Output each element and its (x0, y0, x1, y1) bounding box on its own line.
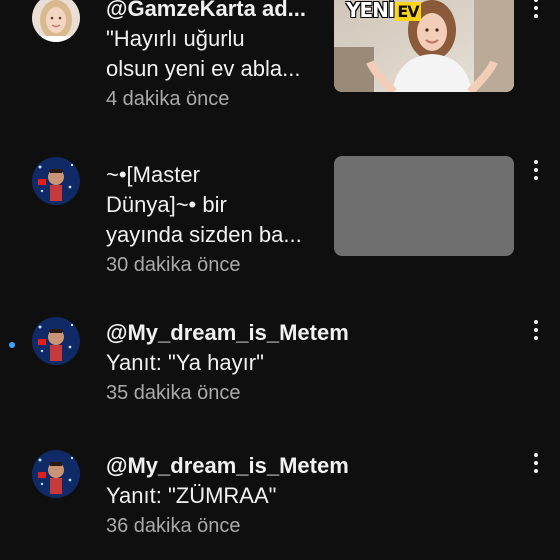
notification-time: 36 dakika önce (106, 515, 241, 537)
notification-item[interactable]: @My_dream_is_Metem Yanıt: "ZÜMRAA" 36 da… (0, 448, 560, 560)
notification-text[interactable]: @My_dream_is_Metem Yanıt: "Ya hayır" 35 … (106, 318, 349, 408)
thumbnail-caption: YENİ EV (346, 0, 421, 22)
notification-text[interactable]: @My_dream_is_Metem Yanıt: "ZÜMRAA" 36 da… (106, 451, 349, 541)
notification-body-line: Yanıt: "ZÜMRAA" (106, 483, 277, 508)
notification-title: @My_dream_is_Metem (106, 453, 349, 478)
notification-body-line: yayında sizden ba... (106, 222, 302, 247)
notification-time: 4 dakika önce (106, 88, 230, 110)
notification-body-line: Dünya]~• bir (106, 192, 227, 217)
more-vert-icon[interactable] (526, 318, 546, 344)
video-thumbnail[interactable]: YENİ EV (334, 0, 514, 92)
notification-body-line: "Hayırlı uğurlu (106, 26, 245, 51)
avatar-starry-man-icon[interactable] (32, 157, 80, 205)
notification-list: @GamzeKarta ad... "Hayırlı uğurlu olsun … (0, 0, 560, 560)
notification-item[interactable]: ~•[Master Dünya]~• bir yayında sizden ba… (0, 155, 560, 285)
avatar-starry-man-icon[interactable] (32, 317, 80, 365)
notification-body-line: ~•[Master (106, 162, 200, 187)
video-thumbnail[interactable] (334, 156, 514, 256)
thumbnail-caption-badge: EV (395, 2, 421, 21)
avatar-starry-man-icon[interactable] (32, 450, 80, 498)
more-vert-icon[interactable] (526, 0, 546, 22)
avatar-blonde-woman-icon[interactable] (32, 0, 80, 42)
notification-body-line: Yanıt: "Ya hayır" (106, 350, 264, 375)
notification-time: 30 dakika önce (106, 254, 241, 276)
notification-title: @My_dream_is_Metem (106, 320, 349, 345)
more-vert-icon[interactable] (526, 451, 546, 477)
more-vert-icon[interactable] (526, 158, 546, 184)
notification-title: @GamzeKarta ad... (106, 0, 306, 21)
notification-item[interactable]: @GamzeKarta ad... "Hayırlı uğurlu olsun … (0, 0, 560, 140)
thumbnail-caption-text: YENİ (346, 0, 395, 22)
unread-indicator (9, 342, 15, 348)
notification-item[interactable]: @My_dream_is_Metem Yanıt: "Ya hayır" 35 … (0, 315, 560, 425)
notification-text[interactable]: @GamzeKarta ad... "Hayırlı uğurlu olsun … (106, 0, 306, 114)
notification-time: 35 dakika önce (106, 382, 241, 404)
notification-body-line: olsun yeni ev abla... (106, 56, 301, 81)
notification-text[interactable]: ~•[Master Dünya]~• bir yayında sizden ba… (106, 160, 302, 280)
